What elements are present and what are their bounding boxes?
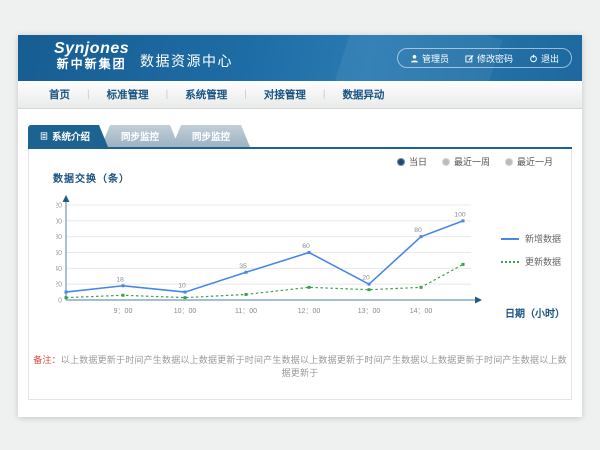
chart-canvas: 0 20 40 60 80 100 120 9：00 10：00 11：00 12：00 13：00 1… bbox=[56, 192, 486, 318]
footnote-text: 以上数据更新于时间产生数据以上数据更新于时间产生数据以上数据更新于时间产生数据以… bbox=[61, 355, 567, 378]
filter-label: 最近一月 bbox=[517, 155, 553, 168]
filter-label: 当日 bbox=[409, 155, 427, 168]
tab-2[interactable]: 同步监控 bbox=[172, 125, 250, 147]
user-menu-label: 修改密码 bbox=[477, 52, 513, 65]
legend-item-1[interactable]: 更新数据 bbox=[501, 255, 561, 268]
tab-bar: 系统介绍 同步监控 同步监控 bbox=[28, 125, 250, 147]
x-tick-label: 12：00 bbox=[298, 308, 321, 315]
nav-item-3[interactable]: 对接管理 bbox=[247, 87, 323, 102]
app-window: Synjones 新中新集团 数据资源中心 管理员 修改密码 退出 首页|标准管理|… bbox=[18, 35, 582, 417]
point-label: 10 bbox=[178, 283, 186, 290]
legend-line-sample bbox=[501, 238, 519, 240]
x-tick-label: 10：00 bbox=[174, 308, 197, 315]
brand-logo: Synjones 新中新集团 bbox=[54, 40, 129, 72]
radio-icon bbox=[505, 158, 513, 166]
tab-label: 同步监控 bbox=[121, 129, 159, 143]
data-point bbox=[245, 293, 248, 296]
tab-0[interactable]: 系统介绍 bbox=[28, 125, 108, 147]
data-point bbox=[184, 296, 187, 299]
point-label: 20 bbox=[362, 275, 370, 282]
line-chart: 0 20 40 60 80 100 120 9：00 10：00 11：00 12：00 13：00 1… bbox=[56, 192, 486, 323]
footnote: 备注：以上数据更新于时间产生数据以上数据更新于时间产生数据以上数据更新于时间产生… bbox=[29, 353, 571, 379]
point-label: 35 bbox=[239, 263, 247, 270]
tab-label: 系统介绍 bbox=[52, 129, 90, 143]
legend-item-0[interactable]: 新增数据 bbox=[501, 232, 561, 245]
x-axis-label: 日期（小时） bbox=[505, 305, 565, 320]
data-point bbox=[245, 271, 248, 274]
filter-label: 最近一周 bbox=[454, 155, 490, 168]
nav-item-4[interactable]: 数据异动 bbox=[325, 87, 401, 102]
y-tick-label: 120 bbox=[56, 203, 62, 210]
app-header: Synjones 新中新集团 数据资源中心 管理员 修改密码 退出 bbox=[18, 35, 582, 81]
x-tick-label: 11：00 bbox=[235, 308, 257, 315]
radio-icon bbox=[442, 158, 450, 166]
data-point bbox=[308, 286, 311, 289]
user-icon bbox=[410, 54, 419, 63]
radio-icon bbox=[397, 158, 405, 166]
data-point bbox=[65, 296, 68, 299]
series-line-1 bbox=[66, 264, 463, 297]
chart-panel: 当日 最近一周 最近一月 数据交换（条） 0 20 40 60 80 100 120 9：00 10… bbox=[28, 149, 572, 400]
y-axis-label: 数据交换（条） bbox=[53, 170, 130, 185]
user-menu-item-2[interactable]: 退出 bbox=[529, 52, 559, 65]
user-menu-item-1[interactable]: 修改密码 bbox=[465, 52, 513, 65]
user-menu-label: 退出 bbox=[541, 52, 559, 65]
x-tick-label: 14：00 bbox=[410, 308, 433, 315]
y-tick-label: 60 bbox=[56, 250, 62, 257]
data-point bbox=[65, 291, 68, 294]
legend-label: 新增数据 bbox=[525, 232, 561, 245]
brand-logo-text: Synjones bbox=[54, 40, 129, 58]
user-menu: 管理员 修改密码 退出 bbox=[397, 48, 572, 68]
point-label: 100 bbox=[454, 211, 466, 218]
chart-legend: 新增数据更新数据 bbox=[501, 232, 561, 268]
y-tick-label: 80 bbox=[56, 234, 62, 241]
legend-line-sample bbox=[501, 261, 519, 263]
y-axis-arrow-icon bbox=[63, 195, 70, 202]
page-title: 数据资源中心 bbox=[140, 51, 233, 71]
data-point bbox=[368, 283, 371, 286]
data-point bbox=[368, 288, 371, 291]
nav-item-2[interactable]: 系统管理 bbox=[168, 87, 244, 102]
data-point bbox=[122, 284, 125, 287]
document-icon bbox=[40, 132, 48, 140]
nav-item-0[interactable]: 首页 bbox=[32, 87, 87, 102]
user-menu-item-0[interactable]: 管理员 bbox=[410, 52, 449, 65]
power-icon bbox=[529, 54, 538, 63]
data-point bbox=[122, 294, 125, 297]
data-point bbox=[462, 219, 465, 222]
y-tick-label: 40 bbox=[56, 266, 62, 273]
data-point bbox=[184, 291, 187, 294]
point-label: 60 bbox=[302, 243, 310, 250]
time-filter-group: 当日 最近一周 最近一月 bbox=[397, 155, 553, 168]
nav-item-1[interactable]: 标准管理 bbox=[90, 87, 166, 102]
y-tick-label: 0 bbox=[58, 298, 62, 305]
brand-logo-subtext: 新中新集团 bbox=[54, 58, 129, 72]
x-tick-label: 13：00 bbox=[358, 308, 381, 315]
y-tick-label: 100 bbox=[56, 218, 62, 225]
time-filter-1[interactable]: 最近一周 bbox=[442, 155, 490, 168]
series-line-0 bbox=[66, 221, 463, 292]
legend-label: 更新数据 bbox=[525, 255, 561, 268]
edit-icon bbox=[465, 54, 474, 63]
point-label: 80 bbox=[414, 227, 422, 234]
time-filter-0[interactable]: 当日 bbox=[397, 155, 427, 168]
y-tick-label: 20 bbox=[56, 282, 62, 289]
footnote-prefix: 备注： bbox=[33, 355, 61, 365]
user-menu-label: 管理员 bbox=[422, 52, 449, 65]
time-filter-2[interactable]: 最近一月 bbox=[505, 155, 553, 168]
data-point bbox=[462, 263, 465, 266]
data-point bbox=[420, 235, 423, 238]
data-point bbox=[308, 251, 311, 254]
x-tick-label: 9：00 bbox=[114, 308, 133, 315]
tab-1[interactable]: 同步监控 bbox=[101, 125, 179, 147]
data-point bbox=[420, 286, 423, 289]
main-nav: 首页|标准管理|系统管理|对接管理|数据异动 bbox=[18, 81, 582, 109]
tab-label: 同步监控 bbox=[192, 129, 230, 143]
point-label: 18 bbox=[116, 276, 124, 283]
x-axis-arrow-icon bbox=[475, 297, 482, 304]
